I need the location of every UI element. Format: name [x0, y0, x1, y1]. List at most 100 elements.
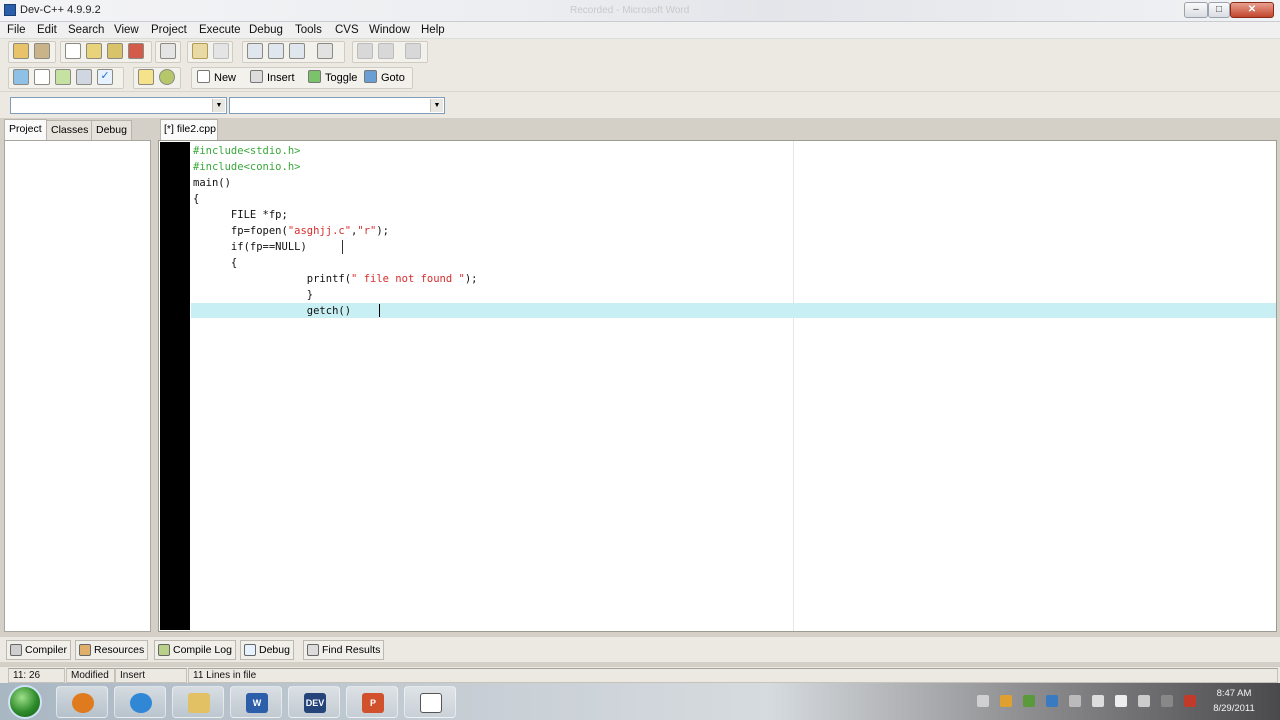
help-icon[interactable]: [138, 69, 154, 85]
code-token: "r": [357, 225, 377, 237]
tray-icon[interactable]: [1023, 695, 1035, 707]
tab-classes[interactable]: Classes: [46, 120, 94, 140]
menu-help[interactable]: Help: [421, 24, 445, 36]
taskbar-app[interactable]: [404, 686, 456, 718]
tab-project[interactable]: Project: [4, 119, 47, 140]
replace-icon[interactable]: [268, 43, 284, 59]
start-button[interactable]: [8, 685, 42, 719]
tab-compile-log[interactable]: Compile Log: [154, 640, 236, 660]
taskbar-explorer[interactable]: [172, 686, 224, 718]
code-line: if(fp==NULL): [193, 239, 307, 255]
ibeam-cursor-icon: [342, 240, 343, 254]
menu-view[interactable]: View: [114, 24, 139, 36]
goto-line-icon[interactable]: [317, 43, 333, 59]
menu-cvs[interactable]: CVS: [335, 24, 359, 36]
menu-edit[interactable]: Edit: [37, 24, 57, 36]
tab-debug-output[interactable]: Debug: [240, 640, 294, 660]
about-icon[interactable]: [159, 69, 175, 85]
code-token: fp=fopen(: [193, 225, 288, 237]
code-line: #include<conio.h>: [193, 159, 300, 175]
redo-icon[interactable]: [213, 43, 229, 59]
rebuild-icon[interactable]: [76, 69, 92, 85]
editor-gutter[interactable]: [160, 142, 190, 630]
new-class-label: New: [214, 72, 237, 84]
code-line: {: [193, 191, 199, 207]
find-results-icon: [307, 644, 319, 656]
undo-icon[interactable]: [192, 43, 208, 59]
menu-file[interactable]: File: [7, 24, 26, 36]
menu-debug[interactable]: Debug: [249, 24, 283, 36]
taskbar: W DEV P 8:47 AM 8/29/2011: [0, 683, 1280, 720]
code-token: #include<stdio.h>: [193, 145, 301, 157]
compile-run-icon[interactable]: [55, 69, 71, 85]
network-icon[interactable]: [1115, 695, 1127, 707]
tray-icon[interactable]: [1069, 695, 1081, 707]
print-icon[interactable]: [160, 43, 176, 59]
save-all-icon[interactable]: [107, 43, 123, 59]
tab-file2-cpp[interactable]: [*] file2.cpp: [160, 119, 218, 140]
code-line: getch(): [193, 303, 351, 319]
project-panel[interactable]: [4, 140, 151, 632]
find-icon[interactable]: [247, 43, 263, 59]
unindent-icon[interactable]: [378, 43, 394, 59]
close-file-icon[interactable]: [128, 43, 144, 59]
taskbar-word[interactable]: W: [230, 686, 282, 718]
tab-compiler[interactable]: Compiler: [6, 640, 72, 660]
member-combo[interactable]: ▼: [229, 97, 445, 114]
tab-resources[interactable]: Resources: [75, 640, 149, 660]
tray-icon[interactable]: [1046, 695, 1058, 707]
run-icon[interactable]: [34, 69, 50, 85]
clock[interactable]: 8:47 AM 8/29/2011: [1204, 686, 1264, 716]
code-editor[interactable]: #include<stdio.h> #include<conio.h> main()…: [158, 140, 1277, 632]
check-icon[interactable]: ✓: [97, 69, 113, 85]
taskbar-internet-explorer[interactable]: [114, 686, 166, 718]
menu-window[interactable]: Window: [369, 24, 410, 36]
taskbar-powerpoint[interactable]: P: [346, 686, 398, 718]
tab-find-results[interactable]: Find Results: [303, 640, 385, 660]
code-token: }: [193, 289, 314, 301]
chevron-down-icon[interactable]: ▼: [430, 99, 443, 112]
compile-log-icon: [158, 644, 170, 656]
volume-icon[interactable]: [1138, 695, 1150, 707]
class-browser-bar: ▼ ▼: [0, 92, 1280, 118]
code-line: {: [193, 255, 237, 271]
indent-icon[interactable]: [357, 43, 373, 59]
code-line: }: [193, 287, 313, 303]
tray-icon[interactable]: [977, 695, 989, 707]
goto-button[interactable]: Goto: [364, 69, 405, 87]
taskbar-media-player[interactable]: [56, 686, 108, 718]
menu-tools[interactable]: Tools: [295, 24, 322, 36]
chevron-down-icon[interactable]: ▼: [212, 99, 225, 112]
code-line: fp=fopen("asghjj.c","r");: [193, 223, 389, 239]
bookmark-icon[interactable]: [405, 43, 421, 59]
minimize-button[interactable]: –: [1184, 2, 1208, 18]
toggle-button[interactable]: Toggle: [308, 69, 357, 87]
new-project-icon[interactable]: [13, 43, 29, 59]
tray-icon[interactable]: [1000, 695, 1012, 707]
menu-execute[interactable]: Execute: [199, 24, 241, 36]
menu-project[interactable]: Project: [151, 24, 187, 36]
new-class-button[interactable]: New: [197, 69, 236, 87]
maximize-button[interactable]: □: [1208, 2, 1230, 18]
text-caret: [379, 304, 380, 317]
compile-icon[interactable]: [13, 69, 29, 85]
menu-search[interactable]: Search: [68, 24, 104, 36]
tray-icon[interactable]: [1161, 695, 1173, 707]
internet-explorer-icon: [130, 693, 152, 713]
tray-icon[interactable]: [1092, 695, 1104, 707]
save-icon[interactable]: [86, 43, 102, 59]
close-button[interactable]: ✕: [1230, 2, 1274, 18]
tab-debug[interactable]: Debug: [91, 120, 132, 140]
code-token: main(): [193, 177, 231, 189]
open-project-icon[interactable]: [34, 43, 50, 59]
new-file-icon[interactable]: [65, 43, 81, 59]
code-line: main(): [193, 175, 231, 191]
flag-icon[interactable]: [1184, 695, 1196, 707]
insert-button[interactable]: Insert: [250, 69, 295, 87]
taskbar-devcpp[interactable]: DEV: [288, 686, 340, 718]
find-next-icon[interactable]: [289, 43, 305, 59]
class-combo[interactable]: ▼: [10, 97, 227, 114]
menu-bar: File Edit Search View Project Execute De…: [0, 22, 1280, 39]
code-token: if(fp==NULL): [193, 241, 307, 253]
tab-debug-label: Debug: [259, 644, 290, 656]
